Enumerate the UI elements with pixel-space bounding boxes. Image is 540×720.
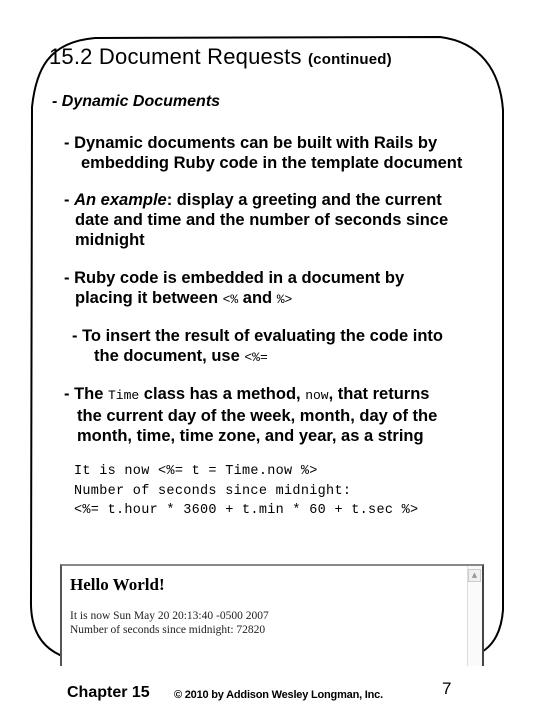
vertical-scrollbar[interactable]: ▲ [467,566,482,666]
bullet-text: , that returns [328,385,430,403]
output-text: It is now Sun May 20 20:13:40 -0500 2007… [70,609,269,637]
code-now: now [305,388,329,403]
code-line: It is now <%= t = Time.now %> [74,464,318,479]
code-close-tag: %> [276,292,293,307]
bullet-line: the current day of the week, month, day … [77,407,438,425]
bullet-line: month, time, time zone, and year, as a s… [77,427,424,445]
bullet-text: - The [64,385,108,403]
output-line: It is now Sun May 20 20:13:40 -0500 2007 [70,610,269,622]
emphasis: An example [74,191,167,209]
output-heading: Hello World! [70,575,165,594]
scroll-up-icon[interactable]: ▲ [468,569,481,582]
page-number: 7 [442,679,452,698]
footer-chapter: Chapter 15 [67,684,150,701]
sub-bullet-insert-result: - To insert the result of evaluating the… [72,326,443,368]
bullet-dynamic-documents: - Dynamic documents can be built with Ra… [64,133,462,173]
bullet-line: the document, use <%= [72,346,443,368]
bullet-line: - Ruby code is embedded in a document by [64,269,405,287]
bullet-line: - Dynamic documents can be built with Ra… [64,134,438,152]
bullet-text: the document, use [94,347,245,365]
browser-output-screenshot: Hello World! It is now Sun May 20 20:13:… [60,564,484,666]
bullet-line: - To insert the result of evaluating the… [72,327,443,345]
bullet-line: embedding Ruby code in the template docu… [81,154,463,172]
bullet-time-class: - The Time class has a method, now, that… [64,384,437,446]
bullet-example: - An example: display a greeting and the… [64,190,448,250]
bullet-line: - The Time class has a method, now, that… [64,384,437,406]
bullet-text: and [238,289,277,307]
code-example: It is now <%= t = Time.now %> Number of … [74,462,418,521]
bullet-text: : display a greeting and the current [166,191,442,209]
code-line: <%= t.hour * 3600 + t.min * 60 + t.sec %… [74,503,419,518]
code-line: Number of seconds since midnight: [74,483,352,499]
bullet-line: midnight [75,231,145,249]
bullet-line: placing it between <% and %> [64,288,404,310]
bullet-line: date and time and the number of seconds … [75,211,449,229]
slide-title: 15.2 Document Requests (continued) [49,44,392,70]
code-time: Time [108,388,140,403]
title-suffix: (continued) [307,51,392,68]
bullet-embedding: - Ruby code is embedded in a document by… [64,268,404,310]
bullet-line: - An example: display a greeting and the… [64,191,442,209]
bullet-text: class has a method, [139,385,306,403]
code-eval-tag: <%= [244,350,268,365]
code-open-tag: <% [222,292,239,307]
section-heading: - Dynamic Documents [52,93,221,110]
output-line: Number of seconds since midnight: 72820 [70,624,266,636]
bullet-text: placing it between [75,289,223,307]
title-main: 15.2 Document Requests [49,44,302,69]
footer-copyright: © 2010 by Addison Wesley Longman, Inc. [174,689,383,701]
